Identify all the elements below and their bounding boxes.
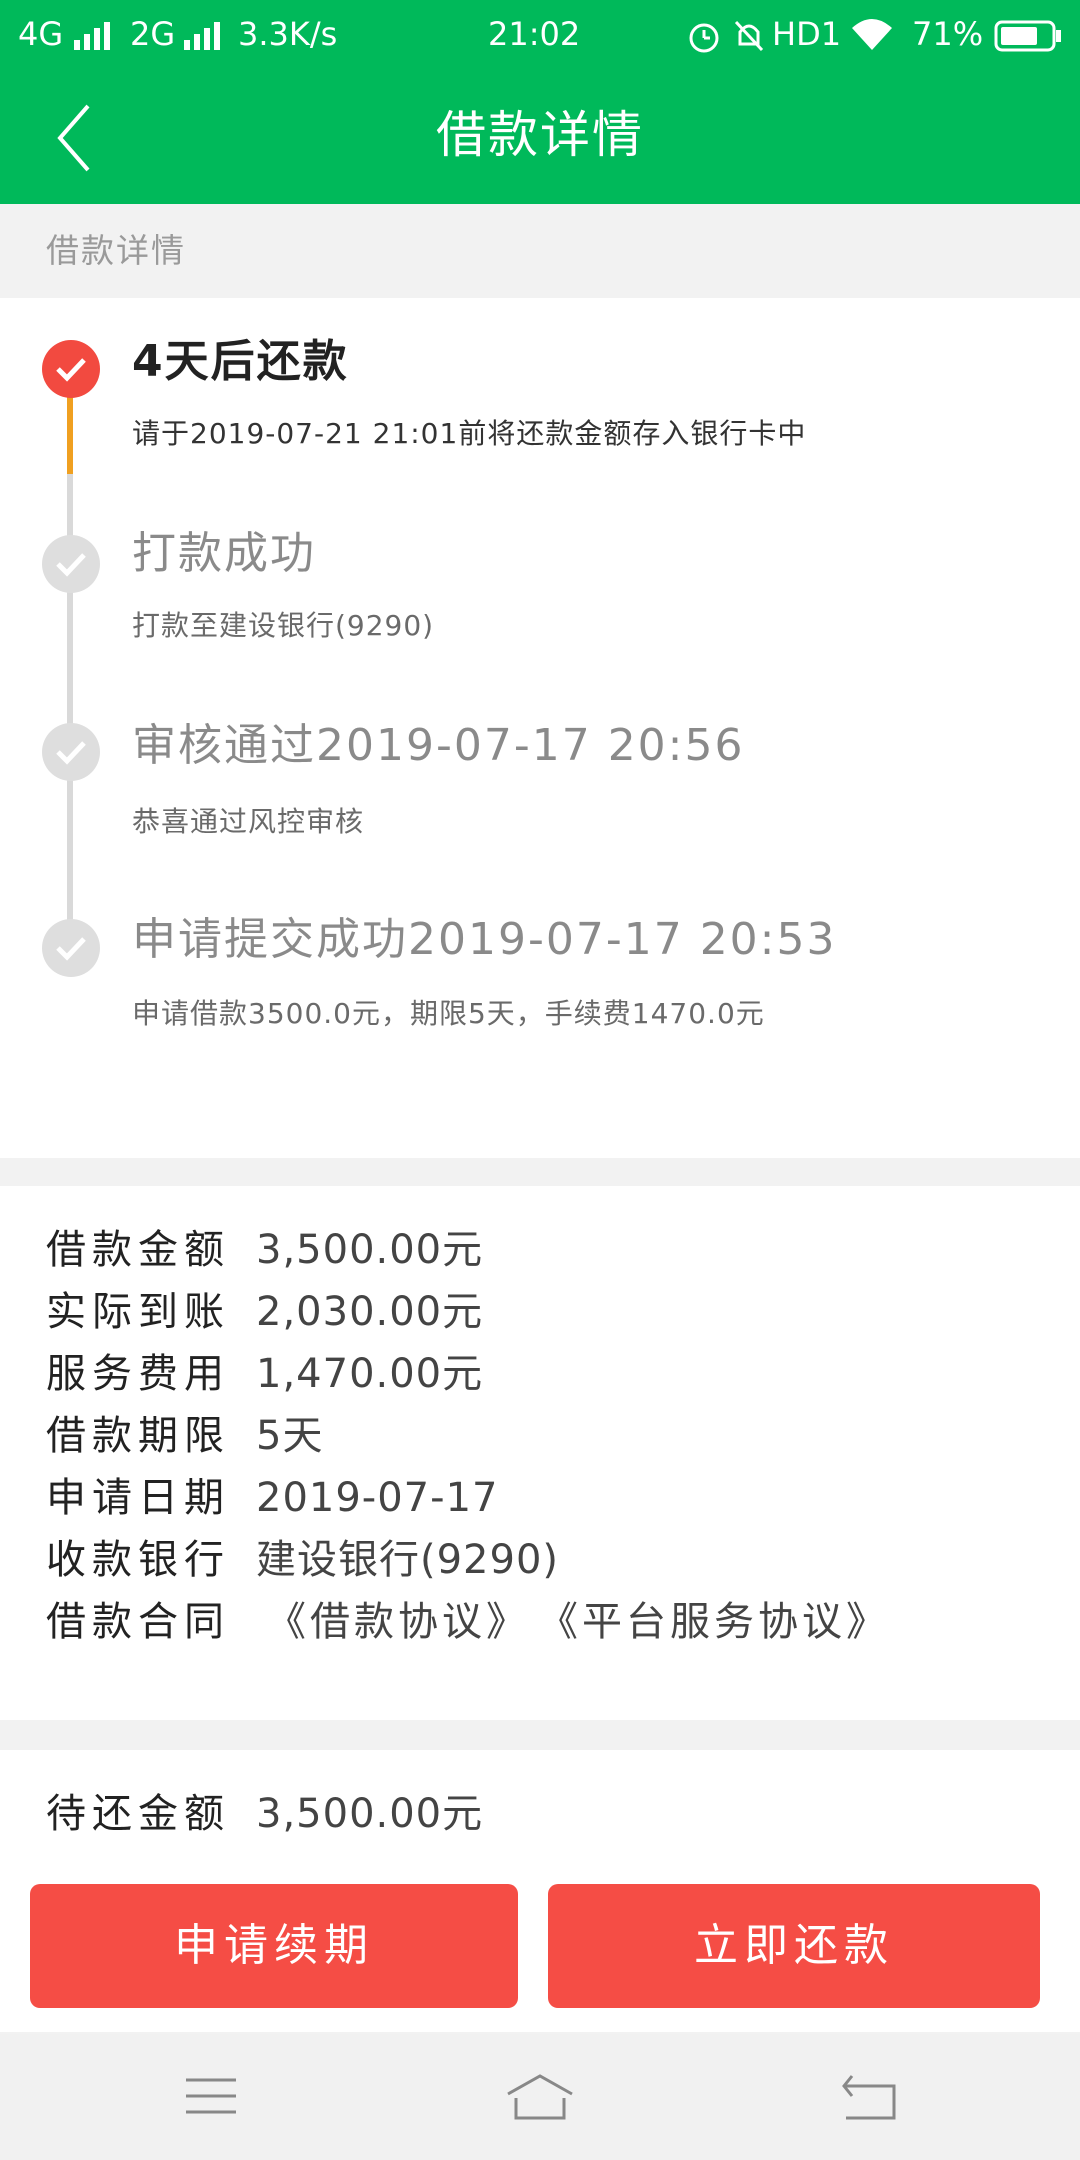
battery-level: 71% — [912, 15, 984, 53]
info-label: 申请日期 — [46, 1475, 230, 1521]
wifi-icon — [852, 19, 892, 50]
timeline-step-4-marker — [42, 919, 100, 977]
app-header: 借款详情 — [0, 70, 1080, 204]
info-value: 2019-07-17 — [256, 1475, 499, 1521]
check-icon — [56, 358, 86, 382]
network-speed: 3.3K/s — [238, 15, 338, 53]
check-icon — [56, 741, 86, 765]
timeline-step-1-marker — [42, 340, 100, 398]
menu-button[interactable] — [162, 2068, 262, 2128]
outstanding-value: 3,500.00元 — [256, 1791, 484, 1837]
timeline-step-2-marker — [42, 535, 100, 593]
loan-agreement-link[interactable]: 《借款协议》 — [266, 1599, 530, 1645]
back-arrow-icon — [842, 2075, 896, 2120]
hd-indicator: HD1 — [772, 15, 842, 53]
timeline-step-1-desc: 请于2019-07-21 21:01前将还款金额存入银行卡中 — [132, 417, 807, 450]
home-icon — [507, 2074, 573, 2120]
timeline-progress-line — [67, 388, 73, 474]
check-icon — [56, 937, 86, 961]
info-value: 5天 — [256, 1413, 324, 1459]
info-value: 1,470.00元 — [256, 1351, 484, 1397]
platform-service-agreement-link[interactable]: 《平台服务协议》 — [558, 1599, 890, 1645]
network-2g: 2G — [130, 15, 176, 53]
signal-icon-2 — [184, 22, 220, 50]
timeline-step-4-desc: 申请借款3500.0元，期限5天，手续费1470.0元 — [132, 997, 765, 1030]
loan-info-card: 借款金额 3,500.00元 实际到账 2,030.00元 服务费用 1,470… — [0, 1186, 1080, 1720]
info-value: 建设银行(9290) — [256, 1537, 560, 1583]
clock: 21:02 — [488, 15, 581, 53]
contract-links: 《借款协议》 《平台服务协议》 — [266, 1594, 918, 1650]
battery-icon — [994, 20, 1061, 52]
info-label: 收款银行 — [46, 1537, 230, 1583]
timeline-step-2-title: 打款成功 — [132, 528, 316, 579]
alarm-icon — [689, 23, 719, 53]
info-label: 服务费用 — [46, 1351, 230, 1397]
info-label: 借款合同 — [46, 1599, 230, 1645]
signal-icon — [74, 22, 110, 50]
mute-bell-icon — [734, 20, 764, 52]
renew-button[interactable]: 申请续期 — [30, 1884, 518, 2008]
info-label: 借款期限 — [46, 1413, 230, 1459]
repay-now-button[interactable]: 立即还款 — [548, 1884, 1040, 2008]
info-value: 2,030.00元 — [256, 1289, 484, 1335]
timeline-step-3-title: 审核通过2019-07-17 20:56 — [132, 720, 745, 771]
repayment-card: 待还金额 3,500.00元 申请续期 立即还款 — [0, 1750, 1080, 2032]
section-header: 借款详情 — [0, 204, 1080, 298]
network-4g: 4G — [18, 15, 64, 53]
section-title: 借款详情 — [46, 231, 186, 270]
home-button[interactable] — [490, 2068, 590, 2128]
back-nav-button[interactable] — [818, 2068, 918, 2128]
timeline-step-3-desc: 恭喜通过风控审核 — [132, 805, 365, 838]
status-bar: 4G 2G 3.3K/s 21:02 HD1 71% — [0, 0, 1080, 70]
system-navigation-bar — [0, 2034, 1080, 2160]
check-icon — [56, 553, 86, 577]
timeline-step-1-title: 4天后还款 — [132, 336, 349, 387]
timeline-step-4-title: 申请提交成功2019-07-17 20:53 — [132, 914, 837, 965]
info-value: 3,500.00元 — [256, 1227, 484, 1273]
loan-status-timeline: 4天后还款 请于2019-07-21 21:01前将还款金额存入银行卡中 打款成… — [0, 298, 1080, 1158]
menu-icon — [186, 2078, 236, 2114]
info-label: 实际到账 — [46, 1289, 230, 1335]
timeline-step-2-desc: 打款至建设银行(9290) — [132, 609, 435, 642]
outstanding-label: 待还金额 — [46, 1791, 230, 1837]
page-title: 借款详情 — [436, 106, 644, 164]
info-label: 借款金额 — [46, 1227, 230, 1273]
timeline-step-3-marker — [42, 723, 100, 781]
